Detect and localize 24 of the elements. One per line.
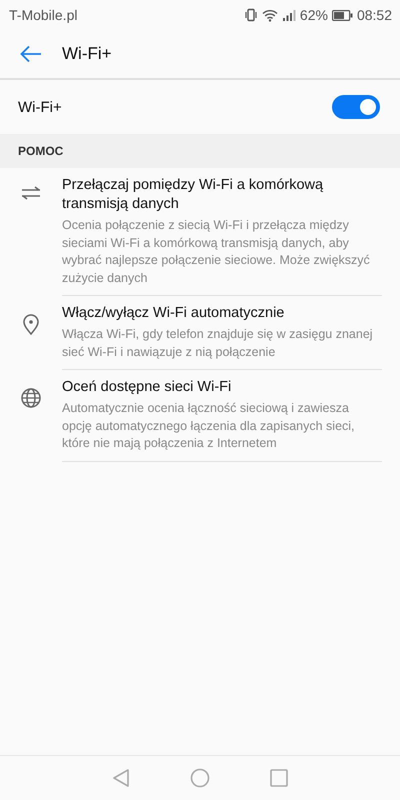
page-title: Wi-Fi+: [62, 44, 112, 64]
setting-label: Wi-Fi+: [18, 98, 62, 116]
item-title[interactable]: Włącz/wyłącz Wi-Fi automatycznie: [62, 304, 382, 323]
section-header: POMOC: [18, 144, 64, 158]
triangle-icon: [112, 768, 130, 788]
item-description: Włącza Wi-Fi, gdy telefon znajduje się w zasięgu znanej sieć Wi-Fi i nawiązuje z nią połączenie: [62, 326, 374, 361]
carrier-name: T-Mobile.pl: [9, 7, 78, 23]
globe-icon: [21, 388, 41, 408]
item-title[interactable]: Przełączaj pomiędzy Wi-Fi a komórkową transmisją danych: [62, 176, 382, 214]
signal-icon: [282, 9, 296, 21]
square-icon: [270, 769, 288, 787]
vibrate-icon: [244, 8, 258, 22]
item-title[interactable]: Oceń dostępne sieci Wi-Fi: [62, 378, 382, 397]
battery-percent: 62%: [300, 7, 328, 23]
item-description: Ocenia połączenie z siecią Wi-Fi i przełącza między sieciami Wi-Fi a komórkową transmisją danych, aby wybrać najlepsze połączenie sieciowe. Może zwiększyć zużycie danych: [62, 217, 371, 287]
location-pin-icon: [23, 314, 39, 335]
circle-icon: [190, 768, 210, 788]
toggle-switch[interactable]: [332, 95, 380, 119]
battery-icon: [332, 10, 353, 20]
swap-arrows-icon: [21, 186, 41, 200]
back-arrow-icon: [20, 45, 42, 63]
clock-time: 08:52: [356, 7, 392, 23]
wifi-icon: [262, 8, 278, 22]
item-description: Automatycznie ocenia łączność sieciową i zawiesza opcję automatycznego łączenia dla zapisanych sieci, które nie mają połączenia z Internetem: [62, 400, 356, 452]
